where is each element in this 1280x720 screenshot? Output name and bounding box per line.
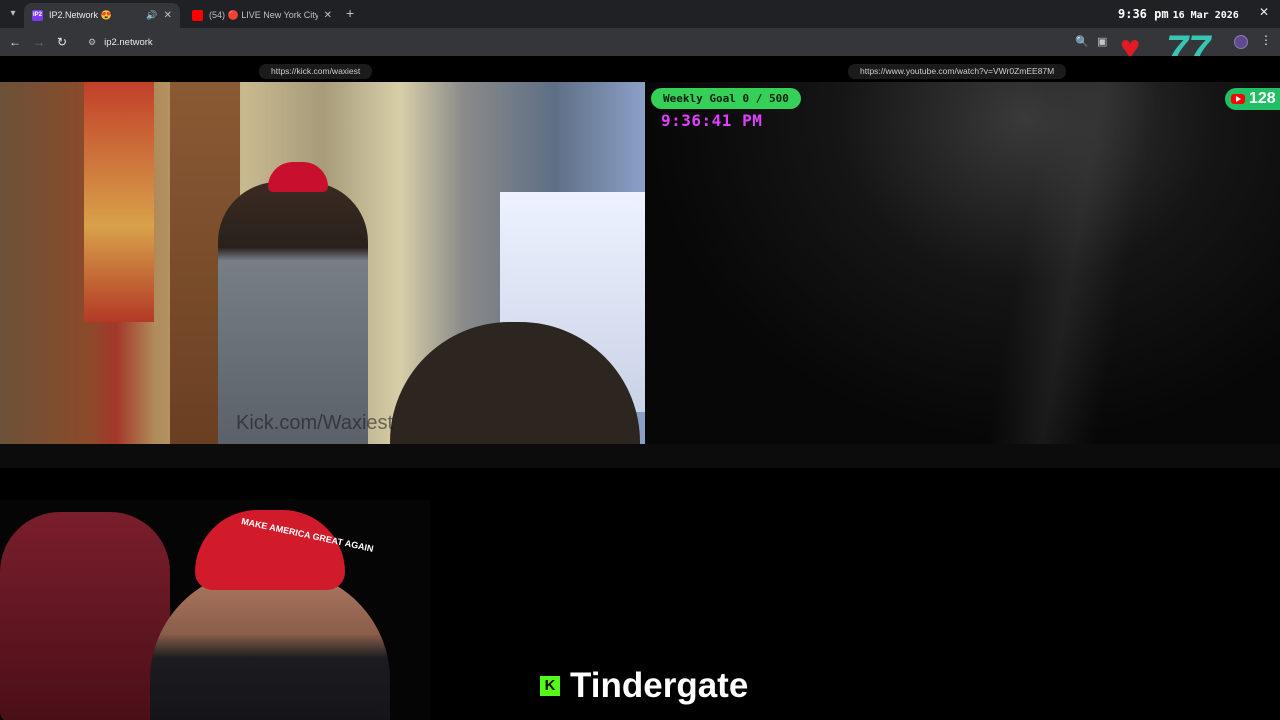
- tab-search-button[interactable]: ▾: [4, 5, 22, 23]
- page-content: Kick.com/Waxiest Weekly Goal 0 / 500 9:3…: [0, 56, 1280, 720]
- gaming-chair: [0, 512, 170, 720]
- streamer-webcam: MAKE AMERICA GREAT AGAIN: [0, 500, 430, 720]
- new-tab-button[interactable]: +: [346, 5, 354, 21]
- viewer-count: 128: [1249, 90, 1276, 107]
- forward-arrow-icon[interactable]: →: [31, 34, 47, 50]
- tab-live-new-york[interactable]: (54) 🔴 LIVE New York City 🗽 ✕: [184, 3, 340, 28]
- ip2-favicon-icon: IP2: [32, 10, 43, 21]
- zoom-icon[interactable]: 🔍: [1075, 35, 1089, 48]
- right-stream-video[interactable]: Weekly Goal 0 / 500 9:36:41 PM 128: [645, 82, 1280, 444]
- address-bar[interactable]: ⚙ ip2.network: [80, 31, 1090, 53]
- video-watermark: Kick.com/Waxiest: [236, 412, 394, 434]
- window-close-icon[interactable]: ✕: [1259, 5, 1269, 19]
- right-stream-url[interactable]: https://www.youtube.com/watch?v=VWr0ZmEE…: [848, 64, 1067, 79]
- left-url-strip: [0, 444, 645, 468]
- red-cap: [268, 162, 328, 192]
- left-stream-video[interactable]: Kick.com/Waxiest: [0, 82, 645, 444]
- streamer-figure: [150, 570, 390, 720]
- right-url-strip: [645, 444, 1280, 468]
- youtube-favicon-icon: [192, 10, 203, 21]
- viewer-count-badge: 128: [1225, 88, 1280, 110]
- tab-ip2-network[interactable]: IP2 IP2.Network 😍 🔊 ✕: [24, 3, 180, 28]
- wall-poster: [84, 82, 154, 322]
- clock-overlay: 9:36 pm 16 Mar 2026: [1118, 7, 1239, 21]
- clock-time: 9:36 pm: [1118, 7, 1169, 21]
- url-text[interactable]: ip2.network: [104, 37, 153, 48]
- browser-toolbar: ← → ↻ ⚙ ip2.network 🔍 ▣: [0, 28, 1280, 56]
- site-info-icon[interactable]: ⚙: [88, 37, 96, 48]
- kick-icon: K: [540, 676, 560, 696]
- ticker-text: Tindergate: [570, 666, 749, 705]
- close-tab-icon[interactable]: ✕: [164, 10, 172, 21]
- back-arrow-icon[interactable]: ←: [7, 34, 23, 50]
- stream-time: 9:36:41 PM: [661, 111, 763, 130]
- clock-date: 16 Mar 2026: [1172, 10, 1239, 21]
- profile-avatar[interactable]: [1234, 35, 1248, 49]
- reload-icon[interactable]: ↻: [54, 34, 70, 50]
- ticker-banner: K Tindergate: [540, 666, 748, 706]
- left-stream-url[interactable]: https://kick.com/waxiest: [259, 64, 373, 79]
- speaker-icon[interactable]: 🔊: [146, 10, 157, 21]
- person-standing: [218, 162, 368, 444]
- weekly-goal-badge: Weekly Goal 0 / 500: [651, 88, 801, 109]
- youtube-icon: [1231, 94, 1245, 104]
- close-tab-icon[interactable]: ✕: [324, 10, 332, 21]
- tab-strip: ▾ IP2 IP2.Network 😍 🔊 ✕ (54) 🔴 LIVE New …: [0, 0, 1280, 28]
- tab-title: (54) 🔴 LIVE New York City 🗽: [209, 10, 318, 20]
- tab-title: IP2.Network 😍: [49, 10, 112, 20]
- menu-kebab-icon[interactable]: ⋮: [1260, 33, 1272, 47]
- street-highlight: [905, 82, 1205, 444]
- cast-icon[interactable]: ▣: [1097, 35, 1107, 48]
